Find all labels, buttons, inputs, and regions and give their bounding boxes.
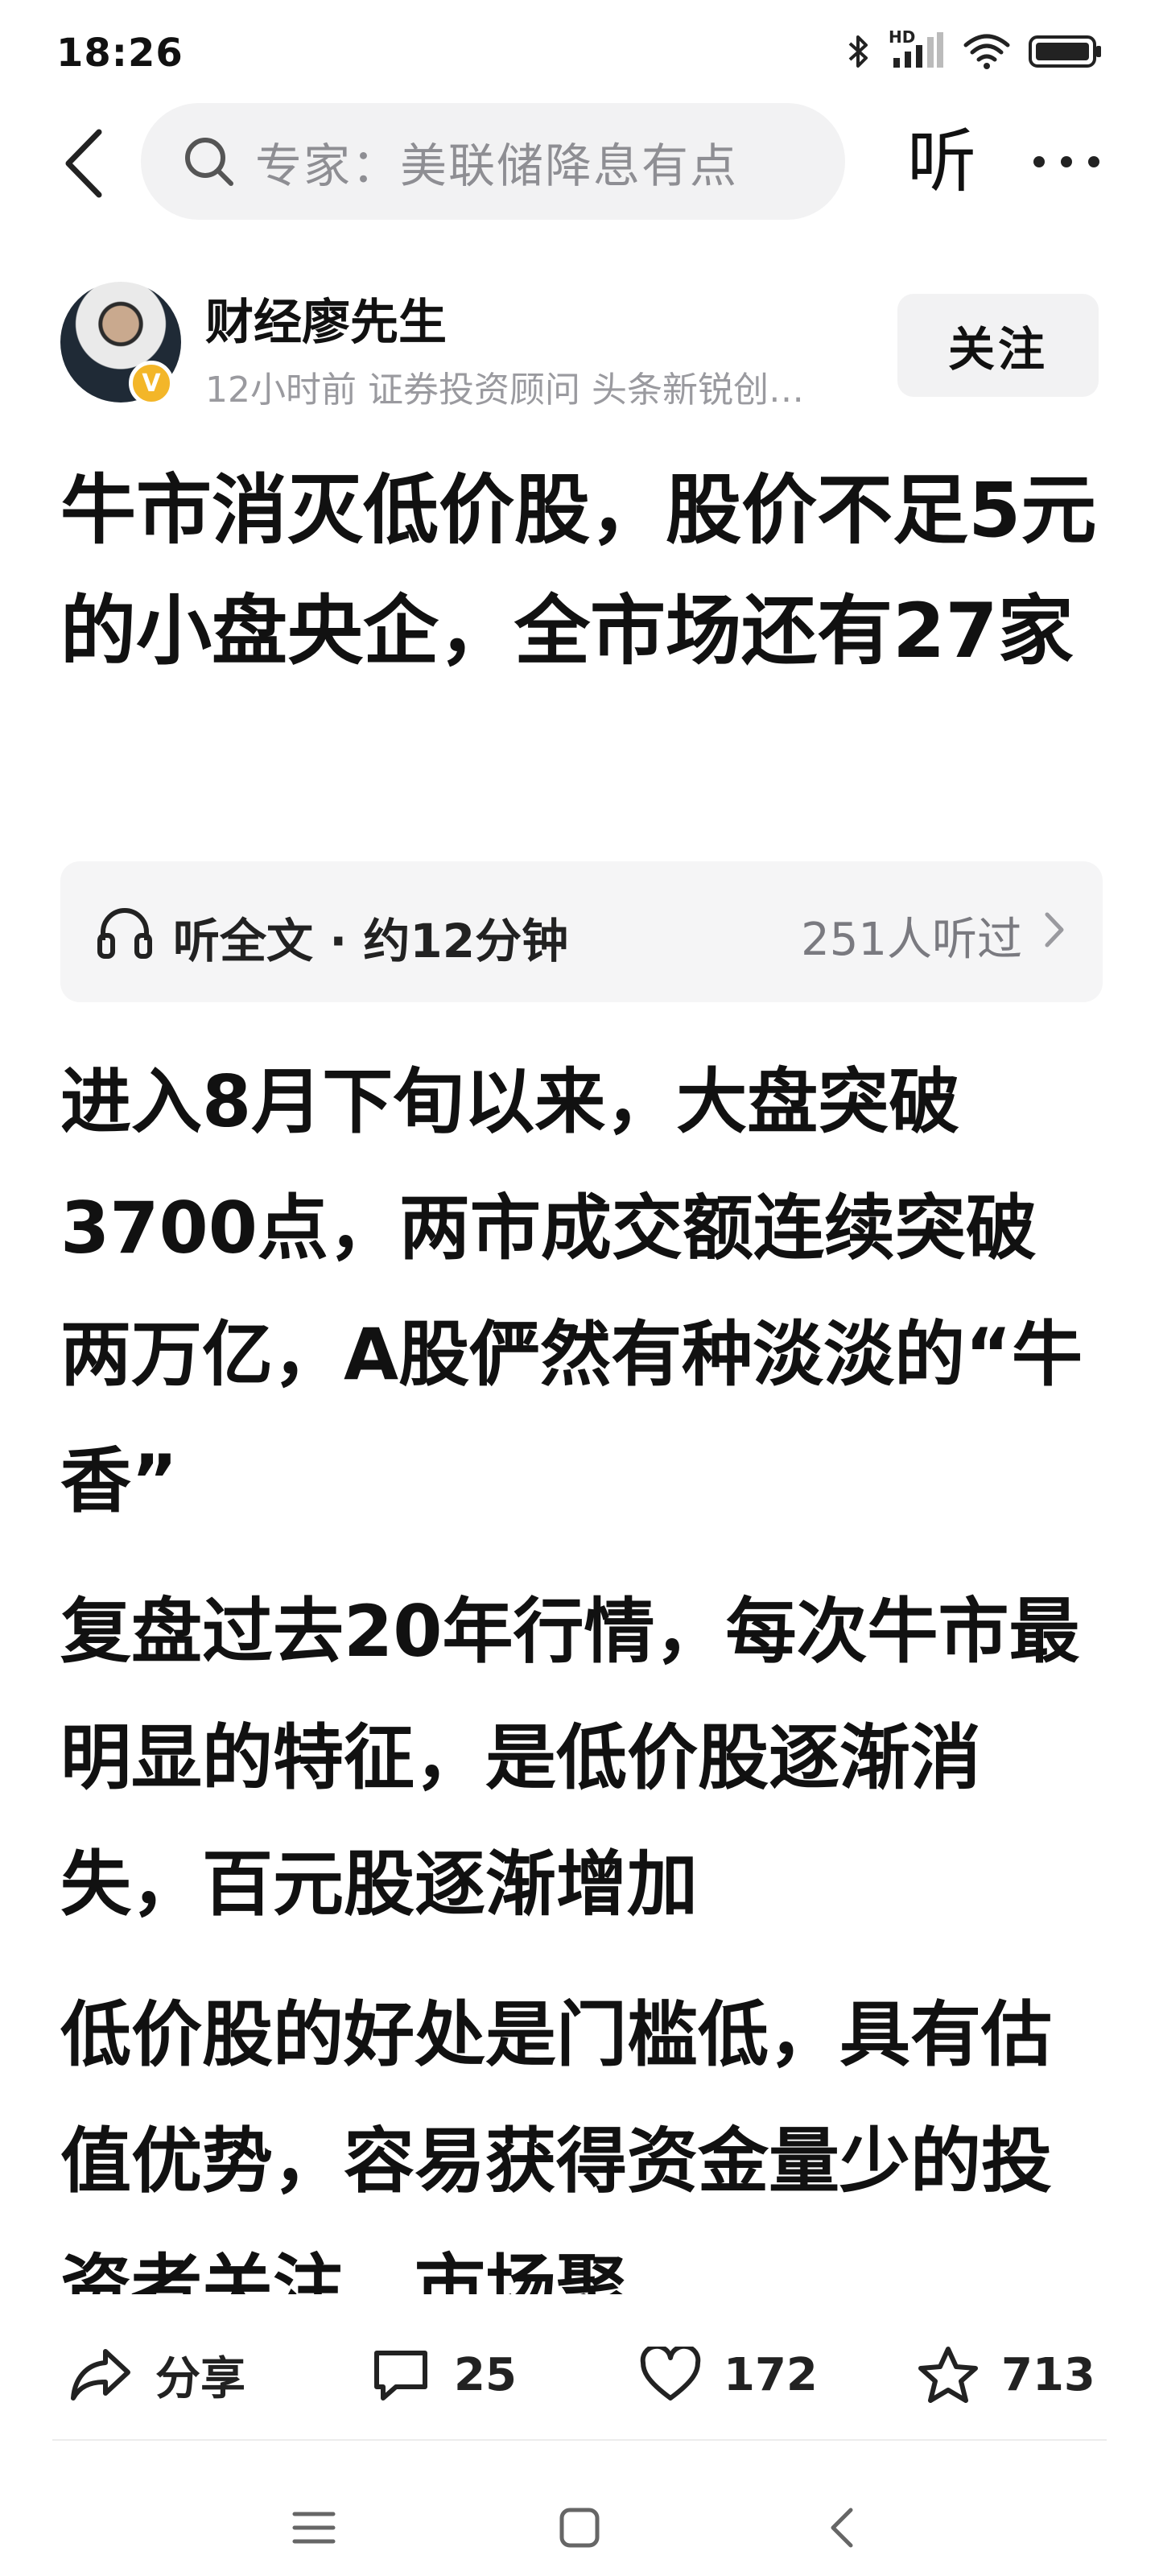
listen-button[interactable]: 听 bbox=[897, 118, 986, 206]
paragraph: 复盘过去20年行情，每次牛市最明显的特征，是低价股逐渐消失，百元股逐渐增加 bbox=[60, 1590, 1080, 1926]
back-chevron-icon bbox=[831, 2508, 853, 2548]
status-time: 18:26 bbox=[56, 31, 184, 76]
chevron-right-icon bbox=[1045, 912, 1064, 947]
author-meta: 12小时前 证券投资顾问 头条新锐创… bbox=[205, 369, 804, 411]
bluetooth-icon bbox=[848, 35, 868, 68]
back-arrow-icon bbox=[65, 129, 102, 198]
more-dots-icon bbox=[1088, 156, 1099, 167]
paragraph: 低价股的好处是门槛低，具有估值优势，容易获得资金量少的投资者关注，市场聚 bbox=[60, 1993, 1053, 2294]
wifi-icon bbox=[963, 34, 1010, 69]
verified-badge: V bbox=[129, 361, 174, 406]
more-dots-icon bbox=[1033, 156, 1045, 167]
comment-count: 25 bbox=[454, 2348, 517, 2401]
search-icon bbox=[185, 137, 233, 186]
like-count: 172 bbox=[724, 2348, 818, 2401]
more-options-button[interactable] bbox=[1022, 126, 1111, 198]
top-nav: 专家：美联储降息有点 听 bbox=[0, 103, 1159, 224]
like-button[interactable]: 172 bbox=[640, 2334, 818, 2415]
divider bbox=[52, 2439, 1107, 2441]
follow-button[interactable]: 关注 bbox=[897, 294, 1099, 397]
share-button[interactable]: 分享 bbox=[68, 2334, 245, 2415]
status-bar: 18:26 HD bbox=[0, 0, 1159, 105]
back-button[interactable] bbox=[40, 119, 129, 208]
action-bar: 分享 25 172 713 bbox=[0, 2302, 1159, 2447]
cellular-signal-icon: HD bbox=[889, 27, 945, 71]
headphone-icon bbox=[97, 908, 152, 959]
search-placeholder: 专家：美联储降息有点 bbox=[255, 138, 739, 193]
article-body: 进入8月下旬以来，大盘突破3700点，两市成交额连续突破两万亿，A股俨然有种淡淡… bbox=[60, 1038, 1107, 2294]
more-dots-icon bbox=[1061, 156, 1072, 167]
author-name[interactable]: 财经廖先生 bbox=[205, 283, 447, 353]
author-row: V 财经廖先生 12小时前 证券投资顾问 头条新锐创… 关注 bbox=[0, 274, 1159, 411]
status-icons: HD bbox=[847, 27, 1103, 76]
system-navigation-bar bbox=[0, 2463, 1159, 2576]
heart-icon bbox=[640, 2347, 701, 2401]
share-label: 分享 bbox=[155, 2352, 245, 2405]
favorite-button[interactable]: 713 bbox=[918, 2334, 1095, 2415]
share-icon bbox=[71, 2349, 130, 2401]
listen-label: 听全文 · 约12分钟 bbox=[173, 914, 569, 968]
article-title: 牛市消灭低价股，股价不足5元的小盘央企，全市场还有27家 bbox=[60, 467, 1097, 675]
home-square-icon bbox=[559, 2508, 600, 2548]
system-back-button[interactable] bbox=[809, 2496, 873, 2560]
favorite-count: 713 bbox=[1001, 2348, 1095, 2401]
search-input[interactable]: 专家：美联储降息有点 bbox=[141, 103, 845, 220]
menu-button[interactable] bbox=[282, 2496, 346, 2560]
article-page: 18:26 HD 专家：美联储降息有点 听 V 财经廖先生 12小时前 证券投资… bbox=[0, 0, 1159, 2576]
comment-icon bbox=[374, 2351, 427, 2401]
listen-full-text-card[interactable]: 听全文 · 约12分钟 251人听过 bbox=[60, 861, 1103, 1002]
listen-count: 251人听过 bbox=[801, 914, 1022, 966]
home-button[interactable] bbox=[547, 2496, 612, 2560]
comment-button[interactable]: 25 bbox=[370, 2334, 517, 2415]
menu-icon bbox=[292, 2512, 336, 2544]
battery-icon bbox=[1029, 35, 1101, 68]
star-icon bbox=[918, 2347, 978, 2403]
paragraph: 进入8月下旬以来，大盘突破3700点，两市成交额连续突破两万亿，A股俨然有种淡淡… bbox=[60, 1060, 1083, 1522]
